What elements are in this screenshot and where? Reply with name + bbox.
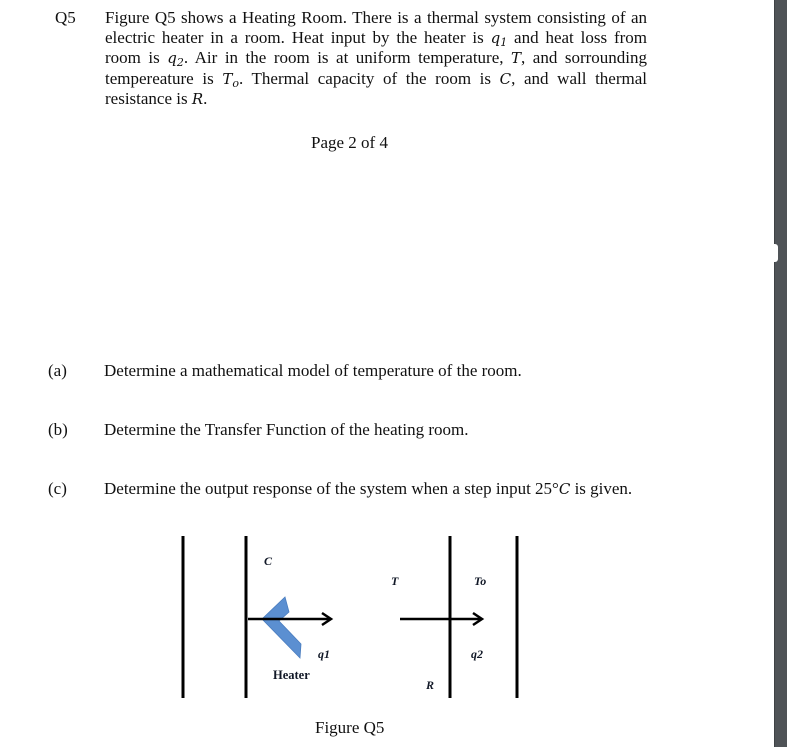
heater-icon [261,596,302,659]
symbol-q2: q2 [167,49,184,69]
part-c-text-after: is given. [570,479,633,498]
symbol-to-sub: o [232,76,239,90]
part-c-label: (c) [48,479,67,498]
label-outside-temp: To [474,574,486,588]
symbol-r: R [191,90,204,108]
symbol-to: To [222,69,239,90]
scrollbar-notch [773,244,778,262]
unit-celsius-symbol: C [558,480,571,498]
heat-input-arrowhead [321,611,334,627]
label-heat-input: q1 [318,647,330,661]
part-b-text: Determine the Transfer Function of the h… [104,420,469,439]
symbol-q2-sub: 2 [176,56,184,69]
symbol-c: C [499,69,512,88]
figure-caption: Figure Q5 [315,718,385,737]
symbol-to-base: T [222,69,233,88]
part-a-label: (a) [48,361,67,380]
label-resistance: R [425,678,434,692]
label-heater: Heater [273,668,310,682]
part-a-text: Determine a mathematical model of temper… [104,361,522,380]
statement-text: . [203,89,208,108]
label-room-temp: T [391,574,399,588]
symbol-q2-base: q [167,49,177,67]
document-page: Q5 Figure Q5 shows a Heating Room. There… [0,0,774,747]
symbol-t: T [511,49,522,67]
scrollbar[interactable] [773,0,787,747]
symbol-q1-base: q [490,28,501,47]
page-indicator: Page 2 of 4 [311,133,388,152]
label-heat-loss: q2 [471,647,483,661]
heat-loss-arrowhead [472,611,485,627]
part-b-label: (b) [48,420,68,439]
part-c-text: Determine the output response of the sys… [104,479,632,499]
symbol-q1: q1 [490,28,508,48]
part-c-text-before: Determine the output response of the sys… [104,479,559,498]
question-number: Q5 [55,8,76,27]
statement-text: . Air in the room is at uniform temperat… [183,48,512,67]
statement-text: . Thermal capacity of the room is [238,68,500,88]
label-capacity: C [264,554,273,568]
question-statement: Figure Q5 shows a Heating Room. There is… [105,8,647,110]
